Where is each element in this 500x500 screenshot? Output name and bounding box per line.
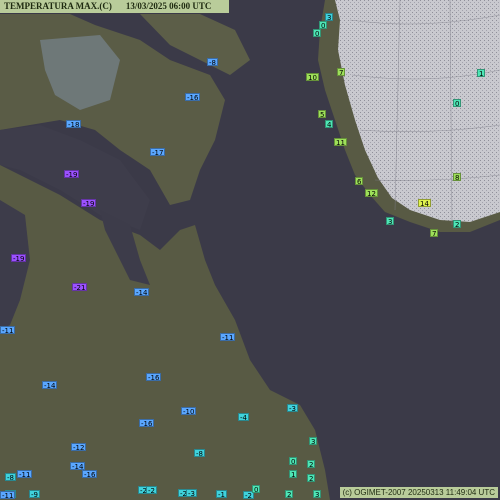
- station-temp-label: 2: [285, 490, 294, 499]
- station-temp-label: -19: [64, 170, 80, 179]
- station-temp-label: -11: [220, 333, 236, 342]
- station-temp-label: 2: [307, 474, 316, 483]
- variable-label: TEMPERATURA MAX.(C): [4, 1, 112, 11]
- station-temp-label: 1: [477, 69, 486, 78]
- station-temp-label: -21: [72, 283, 88, 292]
- date-label: 13/03/2025 06:00 UTC: [125, 1, 212, 11]
- credit-label: (c) OGIMET-2007 20250313 11:49:04 UTC: [339, 487, 498, 498]
- station-temp-label: 0: [319, 21, 328, 30]
- station-temp-label: 0: [252, 485, 261, 494]
- weather-map: TEMPERATURA MAX.(C) 13/03/2025 06:00 UTC …: [0, 0, 500, 500]
- station-temp-label: -8: [5, 473, 16, 482]
- station-temp-label: -14: [70, 462, 86, 471]
- station-temp-label: 8: [453, 173, 462, 182]
- station-temp-label: 2: [453, 220, 462, 229]
- station-temp-label: 1: [289, 470, 298, 479]
- station-temp-label: 10: [306, 73, 319, 82]
- station-temp-label: 7: [337, 68, 346, 77]
- station-temp-label: -8: [207, 58, 218, 67]
- station-temp-label: -3: [186, 489, 197, 498]
- station-temp-label: 3: [313, 490, 322, 499]
- station-temp-label: 12: [365, 189, 378, 198]
- station-temp-label: 11: [334, 138, 347, 147]
- station-temp-label: 7: [430, 229, 439, 238]
- map-title: TEMPERATURA MAX.(C) 13/03/2025 06:00 UTC: [0, 0, 230, 13]
- station-temp-label: -8: [194, 449, 205, 458]
- station-temp-label: -14: [134, 288, 150, 297]
- station-temp-label: -14: [42, 381, 58, 390]
- station-temp-label: 6: [355, 177, 364, 186]
- station-temp-label: 0: [453, 99, 462, 108]
- station-temp-label: 4: [325, 120, 334, 129]
- station-temp-label: 0: [313, 29, 322, 38]
- station-temp-label: 0: [289, 457, 298, 466]
- station-temp-label: -19: [11, 254, 27, 263]
- station-temp-label: -16: [146, 373, 162, 382]
- station-temp-label: -11: [17, 470, 33, 479]
- map-background: [0, 0, 500, 500]
- station-temp-label: -11: [0, 326, 16, 335]
- station-temp-label: 3: [325, 13, 334, 22]
- station-temp-label: -11: [0, 491, 16, 500]
- station-temp-label: -16: [185, 93, 201, 102]
- station-temp-label: -10: [181, 407, 197, 416]
- station-temp-label: -2: [146, 486, 157, 495]
- station-temp-label: -19: [81, 199, 97, 208]
- station-temp-label: -16: [82, 470, 98, 479]
- station-temp-label: 3: [309, 437, 318, 446]
- station-temp-label: -16: [139, 419, 155, 428]
- station-temp-label: -3: [287, 404, 298, 413]
- station-temp-label: -12: [71, 443, 87, 452]
- station-temp-label: 14: [418, 199, 431, 208]
- station-temp-label: -17: [150, 148, 166, 157]
- station-temp-label: -18: [66, 120, 82, 129]
- station-temp-label: -9: [29, 490, 40, 499]
- station-temp-label: 3: [386, 217, 395, 226]
- station-temp-label: -1: [216, 490, 227, 499]
- station-temp-label: 5: [318, 110, 327, 119]
- station-temp-label: -4: [238, 413, 249, 422]
- station-temp-label: 2: [307, 460, 316, 469]
